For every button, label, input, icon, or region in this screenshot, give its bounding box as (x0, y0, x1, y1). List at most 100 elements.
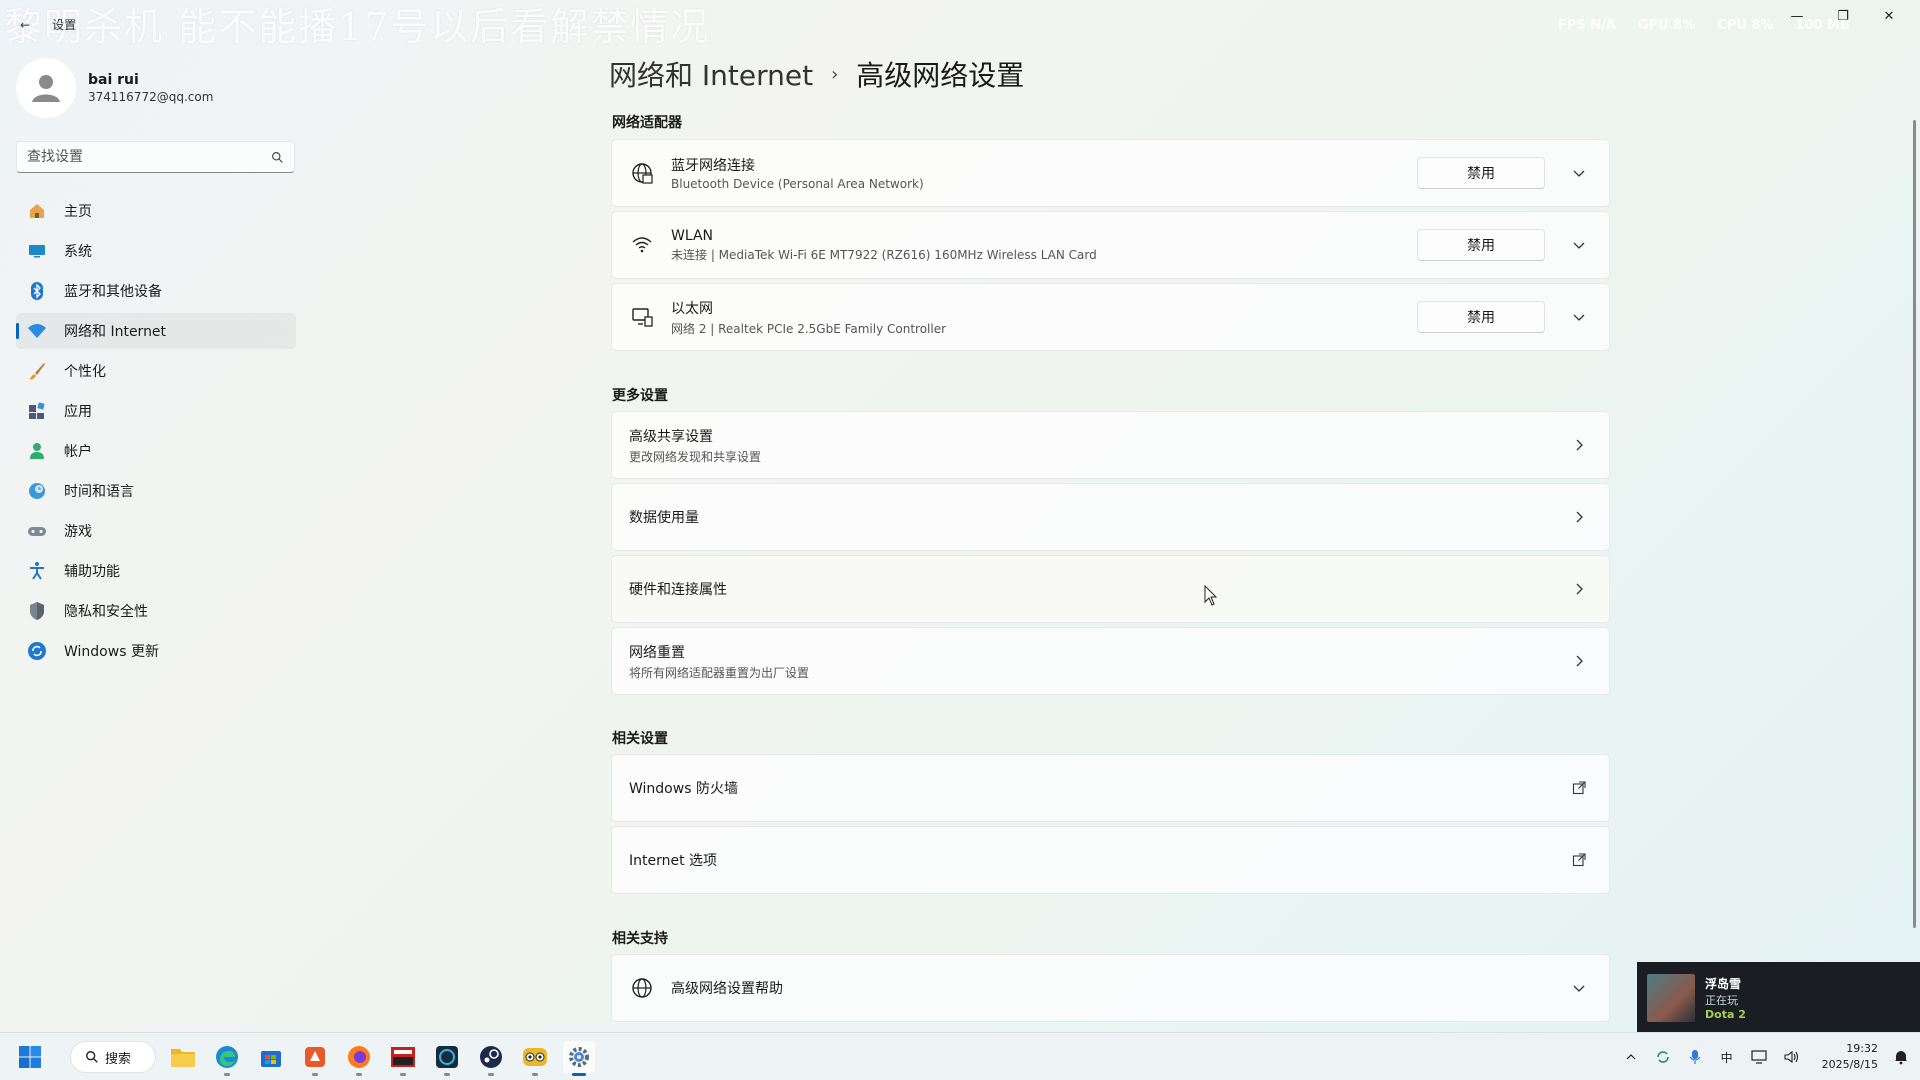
globe-clock-icon (26, 480, 48, 502)
taskbar: 搜索 中 19:32 2025/8/15 (0, 1032, 1920, 1080)
cpu-readout: CPU 8% (1717, 18, 1774, 33)
search-icon (86, 1051, 98, 1063)
chevron-down-icon[interactable] (1559, 153, 1599, 193)
sidebar-item-personalization[interactable]: 个性化 (16, 353, 296, 389)
sidebar-item-home[interactable]: 主页 (16, 193, 296, 229)
user-profile[interactable]: bai rui 374116772@qq.com (16, 58, 213, 118)
external-link-icon (1559, 840, 1599, 880)
sidebar-item-accounts[interactable]: 帐户 (16, 433, 296, 469)
chevron-down-icon[interactable] (1559, 225, 1599, 265)
sidebar-item-system[interactable]: 系统 (16, 233, 296, 269)
account-icon (26, 440, 48, 462)
adapter-subtitle: Bluetooth Device (Personal Area Network) (671, 177, 924, 191)
disable-button[interactable]: 禁用 (1417, 229, 1545, 261)
breadcrumb-parent[interactable]: 网络和 Internet (609, 54, 813, 94)
window-title: 设置 (52, 18, 77, 32)
steam-friend-notification[interactable]: 浮岛雪 正在玩 Dota 2 (1637, 962, 1920, 1033)
adapter-card-ethernet[interactable]: 以太网 网络 2 | Realtek PCIe 2.5GbE Family Co… (611, 283, 1610, 351)
internet-options-link[interactable]: Internet 选项 (611, 826, 1610, 894)
scrollbar[interactable] (1913, 120, 1916, 928)
owl-app-icon[interactable] (519, 1041, 551, 1076)
brush-icon (26, 360, 48, 382)
taskbar-search[interactable]: 搜索 (70, 1041, 156, 1073)
sidebar-item-bluetooth[interactable]: 蓝牙和其他设备 (16, 273, 296, 309)
advanced-sharing-settings[interactable]: 高级共享设置 更改网络发现和共享设置 (611, 411, 1610, 479)
page-title: 高级网络设置 (856, 59, 1025, 92)
minimize-button[interactable]: — (1774, 6, 1820, 26)
data-usage[interactable]: 数据使用量 (611, 483, 1610, 551)
user-icon (32, 75, 60, 102)
microsoft-store-icon[interactable] (255, 1041, 287, 1073)
accessibility-icon (26, 560, 48, 582)
window-controls: — ❐ ✕ (1774, 6, 1912, 26)
fps-readout: FPS N/A (1557, 18, 1616, 33)
sidebar-item-windows-update[interactable]: Windows 更新 (16, 633, 296, 669)
bluetooth-icon (26, 280, 48, 302)
steam-icon[interactable] (475, 1041, 507, 1076)
sidebar-item-label: Windows 更新 (64, 644, 159, 660)
adapter-title: WLAN (671, 227, 714, 244)
setting-title: 网络重置 (629, 644, 685, 661)
sidebar-item-privacy[interactable]: 隐私和安全性 (16, 593, 296, 629)
shield-icon (26, 600, 48, 622)
notification-icon[interactable] (1892, 1048, 1910, 1066)
network-reset[interactable]: 网络重置 将所有网络适配器重置为出厂设置 (611, 627, 1610, 695)
adapter-card-wlan[interactable]: WLAN 未连接 | MediaTek Wi-Fi 6E MT7922 (RZ6… (611, 211, 1610, 279)
game-app-icon[interactable] (299, 1041, 331, 1076)
adapter-card-bluetooth[interactable]: 蓝牙网络连接 Bluetooth Device (Personal Area N… (611, 139, 1610, 207)
edge-browser-icon[interactable] (211, 1041, 243, 1076)
avatar (16, 58, 76, 118)
system-tray: 中 19:32 2025/8/15 (1622, 1033, 1910, 1080)
wifi-icon (26, 320, 48, 342)
mouse-cursor-icon (1204, 585, 1218, 606)
sidebar-item-network[interactable]: 网络和 Internet (16, 313, 296, 349)
sidebar-item-label: 个性化 (64, 364, 106, 380)
clock-date: 2025/8/15 (1821, 1058, 1878, 1071)
chevron-down-icon[interactable] (1559, 968, 1599, 1008)
chevron-up-icon[interactable] (1622, 1048, 1640, 1066)
sync-icon[interactable] (1654, 1048, 1672, 1066)
hardware-connection-properties[interactable]: 硬件和连接属性 (611, 555, 1610, 623)
setting-title: 高级共享设置 (629, 428, 713, 445)
chevron-down-icon[interactable] (1559, 297, 1599, 337)
home-icon (26, 200, 48, 222)
sidebar-item-time-language[interactable]: 时间和语言 (16, 473, 296, 509)
network-icon[interactable] (1750, 1048, 1768, 1066)
setting-title: 硬件和连接属性 (629, 582, 727, 598)
disable-button[interactable]: 禁用 (1417, 301, 1545, 333)
ime-indicator[interactable]: 中 (1718, 1048, 1736, 1066)
maximize-button[interactable]: ❐ (1820, 6, 1866, 26)
section-title-related-settings: 相关设置 (612, 731, 668, 747)
windows-start-icon[interactable] (18, 1045, 42, 1069)
search-input[interactable] (27, 149, 271, 165)
sidebar-item-label: 网络和 Internet (64, 324, 167, 340)
friend-status: 正在玩 (1705, 993, 1738, 1007)
section-title-related-support: 相关支持 (612, 931, 668, 947)
settings-app-icon[interactable] (563, 1041, 595, 1076)
advanced-network-help[interactable]: 高级网络设置帮助 (611, 954, 1610, 1022)
chevron-right-icon (1559, 425, 1599, 465)
tracker-app-icon[interactable] (431, 1041, 463, 1076)
settings-search[interactable] (16, 141, 295, 173)
voicemeeter-icon[interactable] (387, 1041, 419, 1076)
taskbar-search-label: 搜索 (105, 1051, 132, 1067)
firefox-icon[interactable] (343, 1041, 375, 1076)
breadcrumb-separator: › (831, 63, 839, 85)
search-icon (272, 151, 283, 163)
sidebar-item-apps[interactable]: 应用 (16, 393, 296, 429)
disable-button[interactable]: 禁用 (1417, 157, 1545, 189)
sidebar-item-accessibility[interactable]: 辅助功能 (16, 553, 296, 589)
adapter-title: 以太网 (671, 300, 713, 317)
close-button[interactable]: ✕ (1866, 6, 1912, 26)
setting-subtitle: 更改网络发现和共享设置 (629, 449, 762, 464)
taskbar-clock[interactable]: 19:32 2025/8/15 (1822, 1041, 1878, 1073)
globe-icon (629, 975, 655, 1001)
back-button[interactable]: ← (20, 18, 30, 32)
microphone-icon[interactable] (1686, 1048, 1704, 1066)
sidebar-item-label: 主页 (64, 204, 92, 220)
windows-firewall-link[interactable]: Windows 防火墙 (611, 754, 1610, 822)
sidebar-item-gaming[interactable]: 游戏 (16, 513, 296, 549)
section-title-adapters: 网络适配器 (612, 115, 682, 131)
volume-icon[interactable] (1782, 1048, 1800, 1066)
file-explorer-icon[interactable] (167, 1041, 199, 1073)
